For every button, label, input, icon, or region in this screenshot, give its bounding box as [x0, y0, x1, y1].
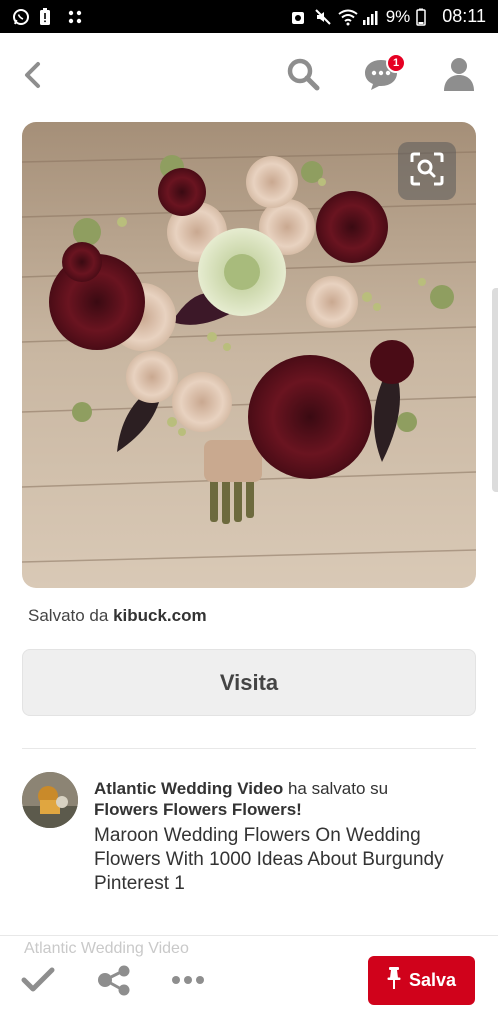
- avatar[interactable]: [22, 772, 78, 828]
- lens-icon: [409, 151, 445, 192]
- done-button[interactable]: [18, 964, 58, 1000]
- source-link[interactable]: kibuck.com: [113, 606, 207, 625]
- dots-grid-icon: [66, 8, 84, 26]
- pin-icon: [387, 966, 401, 995]
- ghost-text: Atlantic Wedding Video: [24, 940, 189, 957]
- saved-from: Salvato da kibuck.com: [28, 606, 207, 626]
- check-icon: [21, 966, 55, 999]
- whatsapp-icon: [12, 8, 30, 26]
- back-arrow-icon: [21, 61, 43, 94]
- top-nav: 1: [0, 33, 498, 123]
- visual-search-button[interactable]: [398, 142, 456, 200]
- wifi-icon: [338, 8, 358, 26]
- profile-icon: [442, 56, 476, 97]
- divider: [22, 748, 476, 749]
- back-button[interactable]: [14, 59, 50, 95]
- saved-from-prefix: Salvato da: [28, 606, 114, 625]
- status-bar: 9% 08:11: [0, 0, 498, 33]
- share-button[interactable]: [94, 964, 134, 1000]
- board-name[interactable]: Flowers Flowers Flowers!: [94, 800, 302, 819]
- signal-icon: [362, 8, 380, 26]
- bottom-action-bar: Atlantic Wedding Video Salva: [0, 935, 498, 1024]
- save-button[interactable]: Salva: [368, 956, 475, 1005]
- battery-alert-icon: [39, 7, 57, 26]
- messages-button[interactable]: 1: [360, 53, 406, 97]
- profile-button[interactable]: [438, 55, 480, 97]
- save-label: Salva: [408, 970, 457, 990]
- clock: 08:11: [442, 6, 486, 26]
- search-button[interactable]: [282, 55, 324, 97]
- alarm-icon: [290, 8, 308, 26]
- more-options-button[interactable]: [168, 964, 208, 1000]
- battery-percent: 9%: [385, 6, 411, 26]
- pinner-line: Atlantic Wedding Video ha salvato su Flo…: [94, 778, 474, 820]
- visit-button[interactable]: Visita: [22, 649, 476, 716]
- pin-image[interactable]: [22, 122, 476, 588]
- pinner-action: ha salvato su: [283, 779, 389, 798]
- search-icon: [285, 56, 321, 97]
- more-icon: [170, 973, 206, 991]
- pin-description: Maroon Wedding Flowers On Wedding Flower…: [94, 825, 444, 894]
- scroll-handle[interactable]: [492, 288, 498, 492]
- mute-icon: [314, 8, 332, 26]
- battery-icon: [416, 8, 434, 26]
- pinner-name[interactable]: Atlantic Wedding Video: [94, 779, 283, 798]
- notification-badge: 1: [386, 53, 406, 73]
- share-icon: [96, 964, 132, 1001]
